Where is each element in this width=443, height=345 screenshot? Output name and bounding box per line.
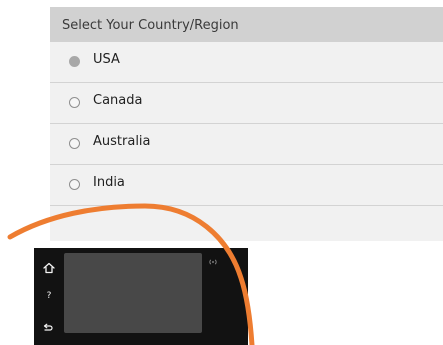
country-option-usa[interactable]: USA bbox=[50, 42, 443, 83]
home-icon[interactable] bbox=[43, 262, 55, 277]
wireless-icon bbox=[208, 257, 218, 270]
screen-header: Select Your Country/Region bbox=[50, 7, 443, 42]
back-icon[interactable] bbox=[42, 320, 54, 335]
country-option-australia[interactable]: Australia bbox=[50, 124, 443, 165]
country-option-label: India bbox=[93, 175, 125, 190]
screenshot-page: Select Your Country/Region USA Canada Au… bbox=[0, 0, 443, 345]
country-selection-screen: Select Your Country/Region USA Canada Au… bbox=[50, 7, 443, 241]
radio-unselected-icon bbox=[69, 138, 80, 149]
country-option-label: USA bbox=[93, 52, 120, 67]
radio-unselected-icon bbox=[69, 179, 80, 190]
help-icon[interactable]: ? bbox=[43, 292, 55, 301]
radio-unselected-icon bbox=[69, 97, 80, 108]
country-option-label: Australia bbox=[93, 134, 151, 149]
country-option-india[interactable]: India bbox=[50, 165, 443, 206]
country-option-canada[interactable]: Canada bbox=[50, 83, 443, 124]
control-panel-display bbox=[64, 253, 202, 333]
radio-selected-icon bbox=[69, 56, 80, 67]
screen-title: Select Your Country/Region bbox=[62, 18, 239, 33]
country-option-label: Canada bbox=[93, 93, 143, 108]
option-divider bbox=[50, 205, 443, 206]
